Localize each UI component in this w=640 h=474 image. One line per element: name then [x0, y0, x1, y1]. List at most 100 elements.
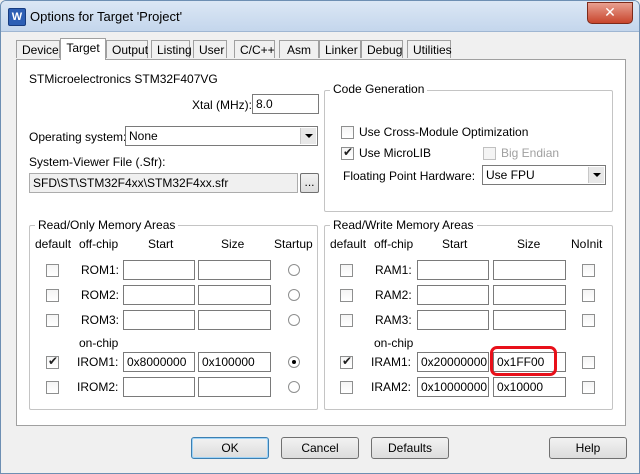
fph-label: Floating Point Hardware:: [343, 169, 476, 183]
rom2-start-input[interactable]: [123, 285, 195, 305]
tab-utilities[interactable]: Utilities: [407, 40, 452, 58]
irom2-start-input[interactable]: [123, 377, 195, 397]
iram1-noinit-checkbox[interactable]: [582, 356, 595, 369]
sfr-browse-button[interactable]: ...: [300, 173, 319, 193]
tab-device[interactable]: Device: [16, 40, 60, 58]
ram3-label: RAM3:: [375, 313, 412, 327]
sfr-input[interactable]: SFD\ST\STM32F4xx\STM32F4xx.sfr: [29, 173, 298, 193]
os-select-value: None: [129, 129, 158, 143]
iram1-start-input[interactable]: 0x20000000: [417, 352, 489, 372]
ro-header-start: Start: [148, 237, 174, 251]
iram1-default-checkbox[interactable]: [340, 354, 353, 369]
rw-header-size: Size: [517, 237, 541, 251]
tab-target[interactable]: Target: [60, 38, 106, 60]
irom1-label: IROM1:: [77, 355, 119, 369]
ok-button[interactable]: OK: [191, 437, 269, 459]
rom3-start-input[interactable]: [123, 310, 195, 330]
device-name: STMicroelectronics STM32F407VG: [29, 72, 218, 86]
rom3-startup-radio[interactable]: [288, 314, 300, 326]
rw-header-offchip: off-chip: [374, 237, 414, 251]
rom2-default-checkbox[interactable]: [46, 289, 59, 302]
rom2-startup-radio[interactable]: [288, 289, 300, 301]
ram3-noinit-checkbox[interactable]: [582, 314, 595, 327]
iram2-default-checkbox[interactable]: [340, 381, 353, 394]
iram2-noinit-checkbox[interactable]: [582, 381, 595, 394]
big-endian-label: Big Endian: [501, 146, 560, 160]
xtal-label: Xtal (MHz):: [192, 98, 252, 112]
rom3-label: ROM3:: [81, 313, 120, 327]
rw-memory-title: Read/Write Memory Areas: [330, 218, 477, 232]
ro-header-default: default: [35, 237, 72, 251]
rw-header-start: Start: [442, 237, 468, 251]
fph-select-value: Use FPU: [486, 168, 535, 182]
ro-header-size: Size: [221, 237, 245, 251]
help-button[interactable]: Help: [549, 437, 627, 459]
irom2-label: IROM2:: [77, 380, 119, 394]
cross-module-checkbox[interactable]: [341, 126, 354, 139]
iram2-start-input[interactable]: 0x10000000: [417, 377, 489, 397]
ram2-start-input[interactable]: [417, 285, 489, 305]
rom2-label: ROM2:: [81, 288, 120, 302]
sfr-label: System-Viewer File (.Sfr):: [29, 155, 166, 169]
close-button[interactable]: ✕: [587, 2, 633, 24]
defaults-button[interactable]: Defaults: [371, 437, 449, 459]
tab-debug[interactable]: Debug: [361, 40, 403, 58]
ro-header-offchip: off-chip: [79, 237, 119, 251]
ram3-size-input[interactable]: [493, 310, 566, 330]
iram1-label: IRAM1:: [371, 355, 412, 369]
ram1-start-input[interactable]: [417, 260, 489, 280]
irom1-start-input[interactable]: 0x8000000: [123, 352, 195, 372]
ram1-label: RAM1:: [375, 263, 412, 277]
title-bar: W Options for Target 'Project' ✕: [1, 1, 639, 32]
tab-output[interactable]: Output: [106, 40, 148, 58]
ram2-label: RAM2:: [375, 288, 412, 302]
ram2-default-checkbox[interactable]: [340, 289, 353, 302]
tab-cpp[interactable]: C/C++: [234, 40, 275, 58]
microlib-checkbox[interactable]: [341, 145, 354, 160]
options-dialog: W Options for Target 'Project' ✕ Device …: [0, 0, 640, 474]
chevron-down-icon: [300, 128, 316, 144]
ram3-start-input[interactable]: [417, 310, 489, 330]
iram2-label: IRAM2:: [371, 380, 412, 394]
iram1-size-highlight: [490, 346, 557, 376]
rom3-size-input[interactable]: [198, 310, 271, 330]
irom1-size-input[interactable]: 0x100000: [198, 352, 271, 372]
rom2-size-input[interactable]: [198, 285, 271, 305]
iram2-size-input[interactable]: 0x10000: [493, 377, 566, 397]
ram1-size-input[interactable]: [493, 260, 566, 280]
irom2-default-checkbox[interactable]: [46, 381, 59, 394]
code-generation-title: Code Generation: [330, 82, 428, 96]
rom1-default-checkbox[interactable]: [46, 264, 59, 277]
ram2-noinit-checkbox[interactable]: [582, 289, 595, 302]
ram3-default-checkbox[interactable]: [340, 314, 353, 327]
irom2-startup-radio[interactable]: [288, 381, 300, 393]
cross-module-label: Use Cross-Module Optimization: [359, 125, 529, 139]
irom2-size-input[interactable]: [198, 377, 271, 397]
app-icon: W: [8, 8, 26, 26]
irom1-default-checkbox[interactable]: [46, 354, 59, 369]
rom3-default-checkbox[interactable]: [46, 314, 59, 327]
fph-select[interactable]: Use FPU: [482, 165, 606, 185]
cancel-button[interactable]: Cancel: [281, 437, 359, 459]
rw-onchip-label: on-chip: [374, 336, 414, 350]
ro-header-startup: Startup: [274, 237, 313, 251]
ram1-default-checkbox[interactable]: [340, 264, 353, 277]
rom1-start-input[interactable]: [123, 260, 195, 280]
ro-onchip-label: on-chip: [79, 336, 119, 350]
target-tab-panel: STMicroelectronics STM32F407VG Xtal (MHz…: [16, 59, 626, 426]
tab-user[interactable]: User: [193, 40, 227, 58]
rom1-label: ROM1:: [81, 263, 120, 277]
os-label: Operating system:: [29, 130, 127, 144]
ram1-noinit-checkbox[interactable]: [582, 264, 595, 277]
rom1-size-input[interactable]: [198, 260, 271, 280]
rom1-startup-radio[interactable]: [288, 264, 300, 276]
tab-asm[interactable]: Asm: [279, 40, 319, 58]
irom1-startup-radio[interactable]: [288, 356, 300, 368]
tab-linker[interactable]: Linker: [319, 40, 361, 58]
ram2-size-input[interactable]: [493, 285, 566, 305]
big-endian-checkbox[interactable]: [483, 147, 496, 160]
xtal-input[interactable]: 8.0: [252, 94, 319, 114]
tab-listing[interactable]: Listing: [151, 40, 192, 58]
os-select[interactable]: None: [125, 126, 318, 146]
rw-header-default: default: [330, 237, 367, 251]
